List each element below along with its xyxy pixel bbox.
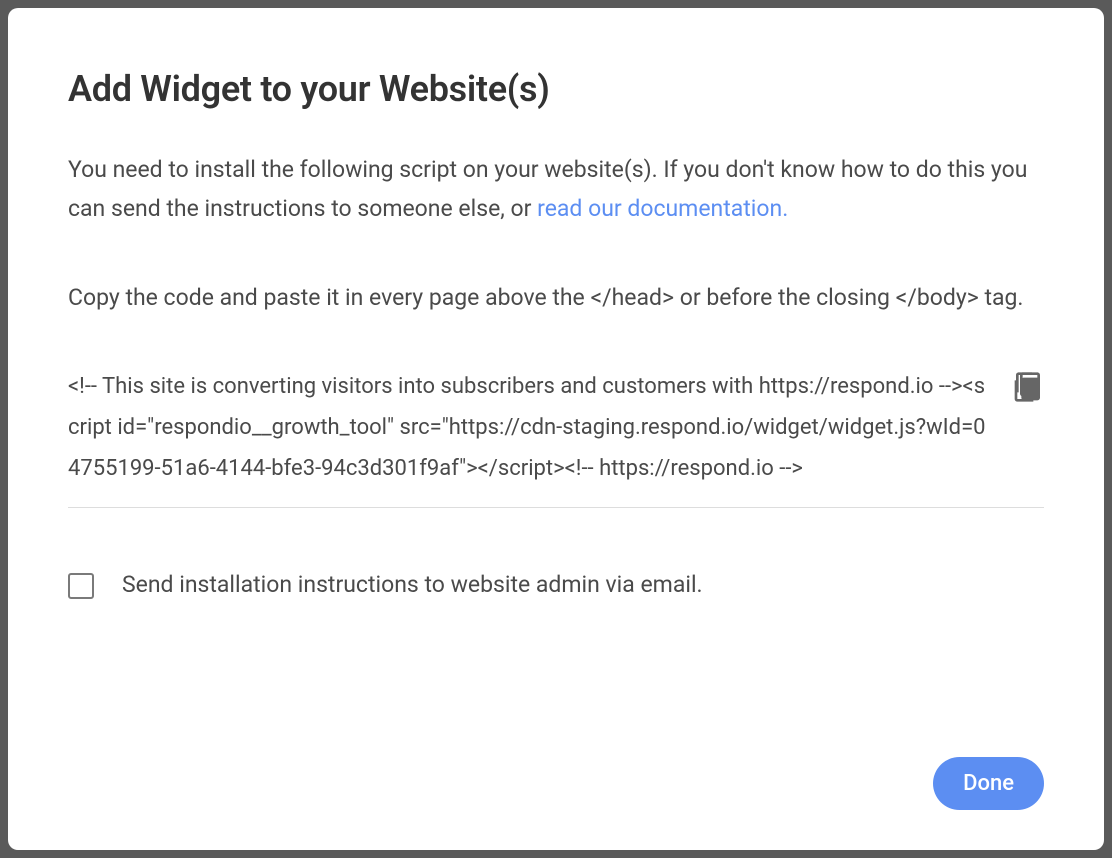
modal-footer: Done	[68, 757, 1044, 810]
add-widget-modal: Add Widget to your Website(s) You need t…	[8, 8, 1104, 850]
send-instructions-checkbox[interactable]	[68, 573, 94, 599]
done-button[interactable]: Done	[933, 757, 1044, 810]
modal-title: Add Widget to your Website(s)	[68, 68, 1044, 110]
code-snippet-row: <!-- This site is converting visitors in…	[68, 367, 1044, 508]
copy-icon[interactable]	[1012, 371, 1044, 403]
send-instructions-label: Send installation instructions to websit…	[122, 568, 703, 603]
intro-paragraph: You need to install the following script…	[68, 150, 1044, 228]
code-snippet[interactable]: <!-- This site is converting visitors in…	[68, 367, 992, 489]
documentation-link[interactable]: read our documentation.	[537, 195, 788, 222]
instruction-text: Copy the code and paste it in every page…	[68, 278, 1044, 317]
send-instructions-row: Send installation instructions to websit…	[68, 568, 1044, 603]
